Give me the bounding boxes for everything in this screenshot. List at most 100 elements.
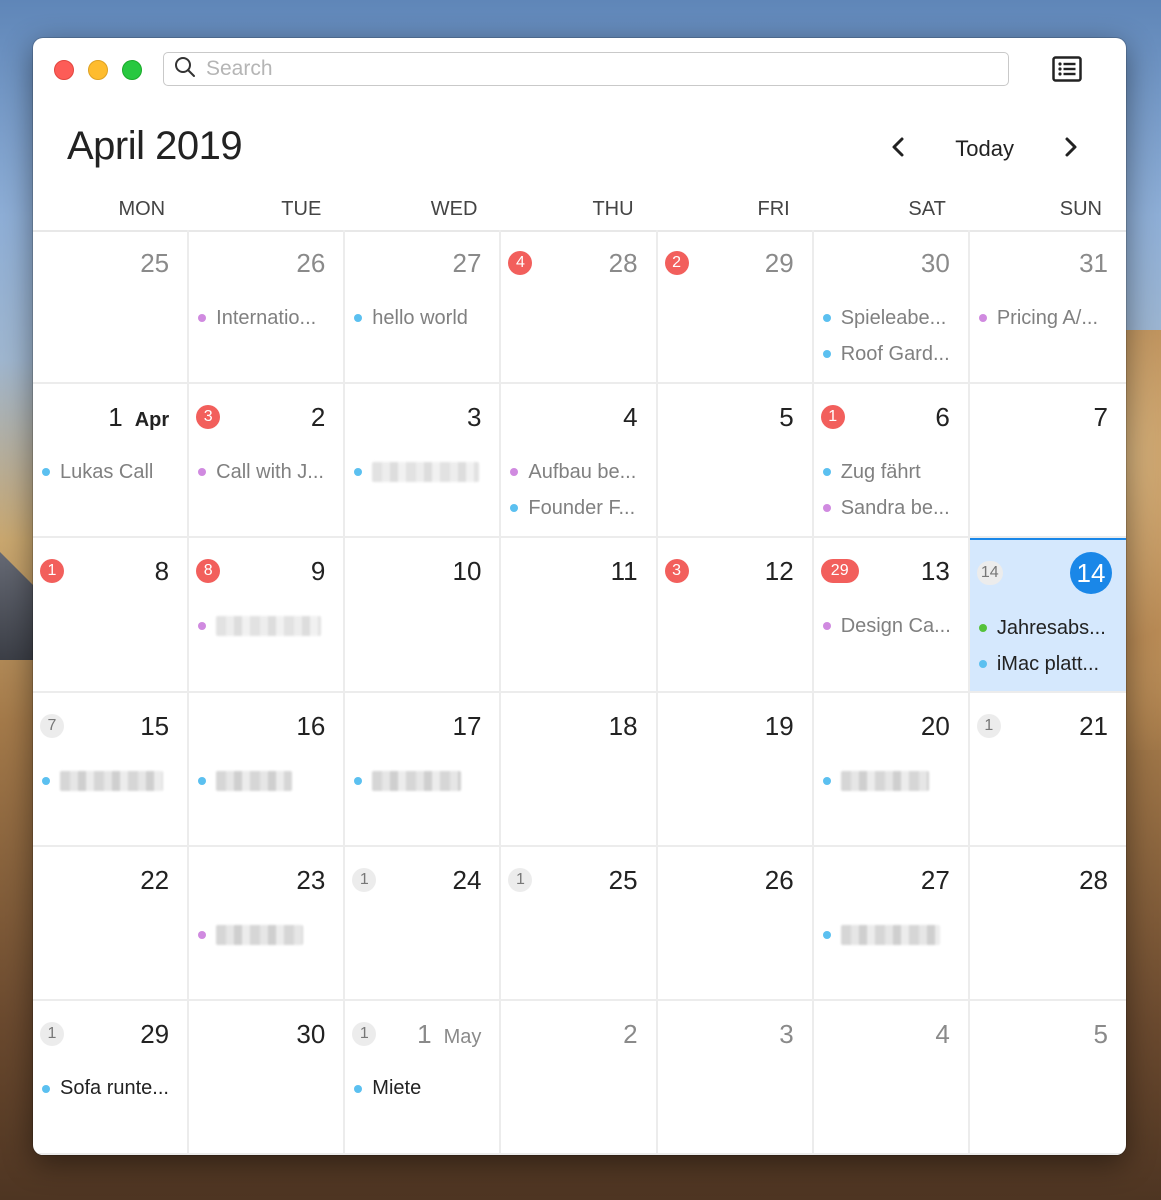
day-number: 24 xyxy=(453,865,482,896)
day-cell[interactable]: 28 xyxy=(969,847,1126,1001)
day-cell[interactable]: 3 2 Call with J... xyxy=(189,384,346,539)
day-cell[interactable]: 4 28 xyxy=(501,230,658,385)
day-cell-today[interactable]: 14 14 Jahresabs... iMac platt... xyxy=(969,538,1126,693)
month-navigation: Today xyxy=(883,134,1086,164)
calendar-event[interactable] xyxy=(42,763,179,799)
calendar-event[interactable] xyxy=(198,763,335,799)
maximize-window-button[interactable] xyxy=(122,60,142,80)
event-color-dot-icon xyxy=(42,776,50,785)
calendar-event[interactable]: Internatio... xyxy=(198,300,335,336)
day-cell[interactable]: 7 15 xyxy=(33,692,190,847)
day-cell[interactable]: 1 25 xyxy=(501,846,658,1001)
chevron-left-icon xyxy=(891,136,905,163)
day-cell[interactable]: 30 Spieleabe... Roof Gard... xyxy=(813,230,970,385)
day-number-text: 1 xyxy=(417,1018,432,1049)
day-cell[interactable]: 1 21 xyxy=(969,693,1126,847)
calendar-event[interactable]: Miete xyxy=(354,1071,491,1107)
day-number-text: 27 xyxy=(452,248,482,278)
day-cell[interactable]: 5 xyxy=(657,384,814,539)
day-number: 3 xyxy=(779,1019,793,1050)
weekday-label: SUN xyxy=(1059,198,1102,220)
event-color-dot-icon xyxy=(354,776,363,785)
event-count-badge: 1 xyxy=(508,867,533,892)
search-field[interactable] xyxy=(163,52,1009,86)
calendar-event[interactable] xyxy=(354,454,491,490)
calendar-event[interactable]: Design Ca... xyxy=(822,608,960,644)
day-cell[interactable]: 3 12 xyxy=(657,538,814,693)
event-color-dot-icon xyxy=(822,504,831,513)
calendar-event[interactable]: Sandra be... xyxy=(822,490,960,526)
day-number: 6 xyxy=(935,402,949,433)
day-cell[interactable]: 27 hello world xyxy=(345,230,502,385)
calendar-event[interactable]: Jahresabs... xyxy=(978,610,1118,646)
previous-month-button[interactable] xyxy=(883,134,913,164)
day-cell[interactable]: 5 xyxy=(969,1001,1126,1155)
day-cell[interactable]: 3 xyxy=(657,1000,814,1155)
event-color-dot-icon xyxy=(822,622,831,631)
day-number: 15 xyxy=(140,711,169,742)
day-cell[interactable]: 25 xyxy=(33,230,190,385)
day-cell[interactable]: 16 xyxy=(189,692,346,847)
day-cell[interactable]: 2 xyxy=(501,1000,658,1155)
list-view-button[interactable] xyxy=(1052,56,1082,82)
calendar-event[interactable] xyxy=(198,917,335,953)
day-cell[interactable]: 1 1 May Miete xyxy=(345,1000,502,1155)
day-cell[interactable]: 3 xyxy=(345,384,502,539)
event-title: Zug fährt xyxy=(840,460,921,483)
day-cell[interactable]: 23 xyxy=(189,846,346,1001)
close-window-button[interactable] xyxy=(54,60,74,80)
day-cell[interactable]: 2 29 xyxy=(657,230,814,385)
calendar-event[interactable] xyxy=(822,763,960,799)
calendar-event[interactable]: hello world xyxy=(354,300,491,336)
calendar-event[interactable]: Pricing A/... xyxy=(978,300,1118,336)
day-cell[interactable]: 26 xyxy=(657,846,814,1001)
day-number: 5 xyxy=(779,402,793,433)
month-grid: 25 26 Internatio... 27 hello world 4 28 2 29 30 Sp… xyxy=(33,230,1126,1155)
day-cell[interactable]: 11 xyxy=(501,538,658,693)
calendar-event[interactable]: Founder F... xyxy=(510,490,647,526)
calendar-event[interactable]: Lukas Call xyxy=(42,454,179,490)
event-color-dot-icon xyxy=(822,350,831,358)
day-cell[interactable]: 7 xyxy=(969,384,1126,539)
day-cell[interactable]: 22 xyxy=(33,846,190,1001)
calendar-event[interactable]: Spieleabe... xyxy=(822,300,960,336)
day-cell[interactable]: 1 29 Sofa runte... xyxy=(33,1000,190,1155)
day-cell[interactable]: 18 xyxy=(501,692,658,847)
day-number-text: 22 xyxy=(140,864,170,895)
day-cell[interactable]: 30 xyxy=(189,1000,346,1155)
day-cell[interactable]: 1 Apr Lukas Call xyxy=(33,384,190,539)
day-cell[interactable]: 10 xyxy=(345,538,502,693)
day-cell[interactable]: 1 6 Zug fährt Sandra be... xyxy=(813,384,970,539)
next-month-button[interactable] xyxy=(1056,134,1086,164)
day-cell[interactable]: 4 xyxy=(813,1000,970,1155)
calendar-event[interactable]: Roof Gard... xyxy=(822,336,960,372)
day-number-text: 7 xyxy=(1093,402,1108,433)
day-cell[interactable]: 31 Pricing A/... xyxy=(969,230,1126,385)
weekday-label: FRI xyxy=(757,198,790,220)
calendar-event[interactable]: Call with J... xyxy=(198,454,335,490)
overdue-count-badge: 1 xyxy=(40,559,64,584)
today-button[interactable]: Today xyxy=(955,136,1014,162)
calendar-event[interactable]: iMac platt... xyxy=(978,646,1118,682)
calendar-event[interactable] xyxy=(822,917,960,953)
search-input[interactable] xyxy=(204,56,988,82)
day-cell[interactable]: 18 xyxy=(33,538,190,693)
day-cell[interactable]: 27 xyxy=(813,846,970,1001)
day-number-text: 3 xyxy=(779,1018,794,1049)
calendar-event[interactable] xyxy=(354,763,491,799)
day-cell[interactable]: 26 Internatio... xyxy=(189,230,346,385)
list-view-icon xyxy=(1052,56,1082,86)
day-cell[interactable]: 17 xyxy=(345,692,502,847)
day-cell[interactable]: 19 xyxy=(657,692,814,847)
day-cell[interactable]: 1 24 xyxy=(345,846,502,1001)
calendar-event[interactable] xyxy=(198,608,335,644)
calendar-event[interactable]: Zug fährt xyxy=(822,454,960,490)
day-cell[interactable]: 20 xyxy=(813,692,970,847)
day-cell[interactable]: 29 13 Design Ca... xyxy=(813,538,970,693)
day-cell[interactable]: 89 xyxy=(189,538,346,693)
calendar-event[interactable]: Sofa runte... xyxy=(42,1071,179,1107)
event-list: Miete xyxy=(354,1071,491,1107)
minimize-window-button[interactable] xyxy=(88,60,108,80)
day-cell[interactable]: 4 Aufbau be... Founder F... xyxy=(501,384,658,539)
calendar-event[interactable]: Aufbau be... xyxy=(510,454,647,490)
